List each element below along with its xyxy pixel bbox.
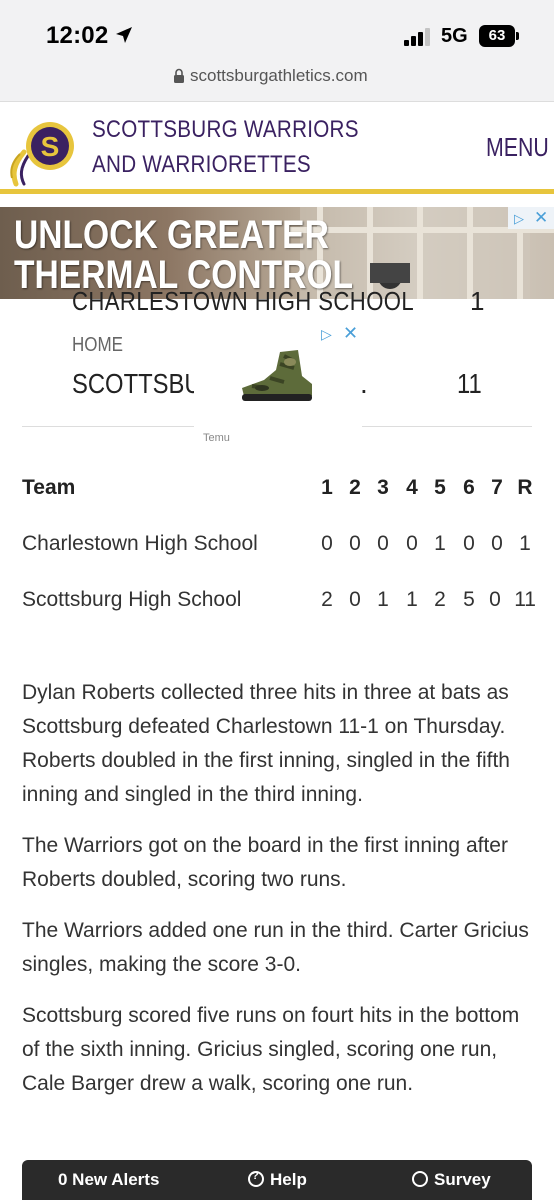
logo-letter: S [41,131,60,162]
alerts-button[interactable]: 0 New Alerts [58,1170,159,1190]
ad-headline-line1: UNLOCK GREATER [14,213,329,257]
site-title[interactable]: SCOTTSBURG WARRIORS AND WARRIORETTES [92,112,367,182]
column-header-team: Team [22,476,76,499]
line-score-table: Team 1 2 3 4 5 6 7 R Charlestown High Sc… [22,470,537,638]
battery-icon: 63 [479,25,515,47]
ad-brand: Temu [203,432,230,444]
total-runs: 1 [519,532,531,555]
survey-button[interactable]: Survey [412,1170,491,1190]
inning-score: 1 [434,532,446,555]
table-row: Scottsburg High School 2 0 1 1 2 5 0 11 [22,582,537,638]
inning-score: 1 [377,588,389,611]
cellular-signal-icon [404,28,430,46]
close-icon[interactable]: ✕ [534,208,548,228]
smiley-icon [412,1171,428,1187]
column-header-inning: 3 [377,476,389,499]
article-paragraph: Dylan Roberts collected three hits in th… [22,681,510,806]
help-label: Help [270,1170,307,1189]
total-runs: 11 [514,588,536,611]
ad-choices-icon[interactable]: ▷ [321,326,332,343]
column-header-inning: 4 [406,476,418,499]
inning-score: 0 [489,588,501,611]
article-paragraph: Scottsburg scored five runs on fourt hit… [22,1004,520,1095]
column-header-inning: 7 [491,476,503,499]
close-icon[interactable]: ✕ [343,323,358,344]
column-header-inning: 1 [321,476,333,499]
inning-score: 5 [463,588,475,611]
column-header-runs: R [517,476,533,499]
address-bar[interactable]: scottsburgathletics.com [0,60,554,102]
home-label: HOME [72,334,123,356]
team-name: Scottsburg High School [22,588,242,611]
game-recap-article: Dylan Roberts collected three hits in th… [22,676,532,1118]
battery-tip [516,32,519,40]
inning-score: 0 [491,532,503,555]
inning-score: 1 [406,588,418,611]
article-paragraph: The Warriors got on the board in the fir… [22,834,508,891]
column-header-inning: 5 [434,476,446,499]
help-button[interactable]: ? Help [248,1170,307,1190]
battery-level: 63 [488,27,506,44]
inning-score: 2 [434,588,446,611]
warriors-logo[interactable]: S [10,112,80,187]
inning-score: 0 [463,532,475,555]
help-icon: ? [248,1170,264,1187]
boot-product-image [242,350,312,401]
article-paragraph: The Warriors added one run in the third.… [22,919,529,976]
away-team-name: CHARLESTOWN HIGH SCHOOL [72,286,415,316]
alert-bar: 0 New Alerts ? Help Survey [22,1160,532,1200]
inning-score: 0 [321,532,333,555]
ad-choices-icon[interactable]: ▷ [514,211,524,227]
inning-score: 0 [377,532,389,555]
column-header-inning: 2 [349,476,361,499]
survey-label: Survey [434,1170,491,1189]
inning-score: 2 [321,588,333,611]
inning-score: 0 [349,588,361,611]
site-header: S SCOTTSBURG WARRIORS AND WARRIORETTES M… [0,102,554,194]
away-team-score: 1 [470,286,485,316]
table-row: Charlestown High School 0 0 0 0 1 0 0 1 [22,526,537,582]
ad-headline: UNLOCK GREATER THERMAL CONTROL [14,215,353,295]
column-header-inning: 6 [463,476,475,499]
menu-button[interactable]: MENU [486,132,549,163]
url-text[interactable]: scottsburgathletics.com [190,66,368,86]
network-type: 5G [441,25,468,47]
inning-score: 0 [349,532,361,555]
home-team-score: 11 [457,368,482,399]
overlay-ad[interactable]: ▷ ✕ Temu [194,322,362,462]
status-bar: 12:02 5G 63 [0,0,554,60]
lock-icon [174,68,184,83]
inning-score: 0 [406,532,418,555]
ad-choices[interactable]: ▷ ✕ [508,207,554,229]
team-name: Charlestown High School [22,532,258,555]
table-header-row: Team 1 2 3 4 5 6 7 R [22,470,537,526]
status-time: 12:02 [46,22,109,49]
location-arrow-icon [116,27,132,43]
